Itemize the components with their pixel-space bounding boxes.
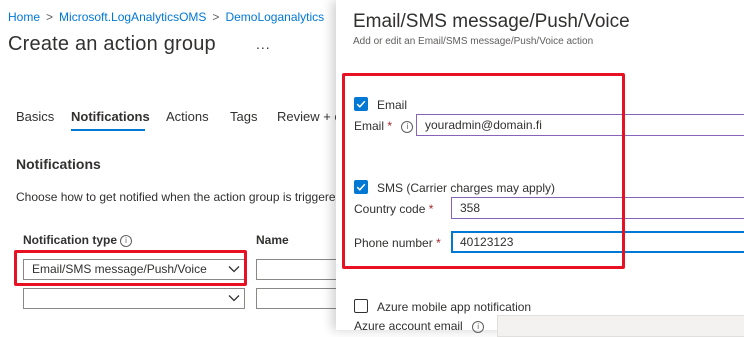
info-icon[interactable]: i	[472, 320, 485, 333]
panel-title: Email/SMS message/Push/Voice	[353, 11, 630, 32]
active-tab-indicator	[71, 129, 145, 131]
highlight-box	[14, 250, 247, 286]
email-sms-push-voice-panel: Email/SMS message/Push/Voice Add or edit…	[336, 0, 744, 337]
azure-app-checkbox[interactable]	[354, 299, 368, 313]
tab-notifications[interactable]: Notifications	[71, 109, 150, 124]
breadcrumb: Home > Microsoft.LogAnalyticsOMS > DemoLogan…	[8, 10, 324, 24]
azure-account-email-input[interactable]	[497, 315, 744, 337]
tab-actions[interactable]: Actions	[166, 109, 209, 124]
breadcrumb-home[interactable]: Home	[8, 10, 40, 24]
breadcrumb-separator: >	[46, 10, 54, 24]
highlight-box	[342, 73, 625, 269]
breadcrumb-separator: >	[212, 10, 220, 24]
name-header: Name	[256, 233, 289, 247]
more-options-button[interactable]: ...	[256, 36, 271, 52]
azure-app-checkbox-label: Azure mobile app notification	[377, 300, 532, 314]
name-input-empty[interactable]	[256, 288, 338, 309]
page-title: Create an action group	[8, 33, 216, 55]
azure-account-email-label-wrap: Azure account email i	[354, 319, 485, 333]
notification-type-header: Notification type i	[23, 233, 133, 247]
tab-tags[interactable]: Tags	[230, 109, 257, 124]
breadcrumb-loganalytics-oms[interactable]: Microsoft.LogAnalyticsOMS	[59, 10, 206, 24]
breadcrumb-demo-loganalytics[interactable]: DemoLoganalytics	[225, 10, 324, 24]
chevron-down-icon	[228, 295, 240, 302]
panel-subtitle: Add or edit an Email/SMS message/Push/Vo…	[353, 36, 594, 47]
name-input[interactable]	[256, 259, 338, 280]
tab-review-create[interactable]: Review + c	[277, 109, 341, 124]
notifications-description: Choose how to get notified when the acti…	[16, 190, 343, 204]
tab-basics[interactable]: Basics	[16, 109, 54, 124]
notification-type-label: Notification type	[23, 233, 118, 247]
notification-type-dropdown-empty[interactable]	[23, 288, 245, 309]
info-icon[interactable]: i	[120, 234, 133, 247]
azure-account-email-label: Azure account email	[354, 319, 463, 333]
notifications-heading: Notifications	[16, 156, 101, 172]
